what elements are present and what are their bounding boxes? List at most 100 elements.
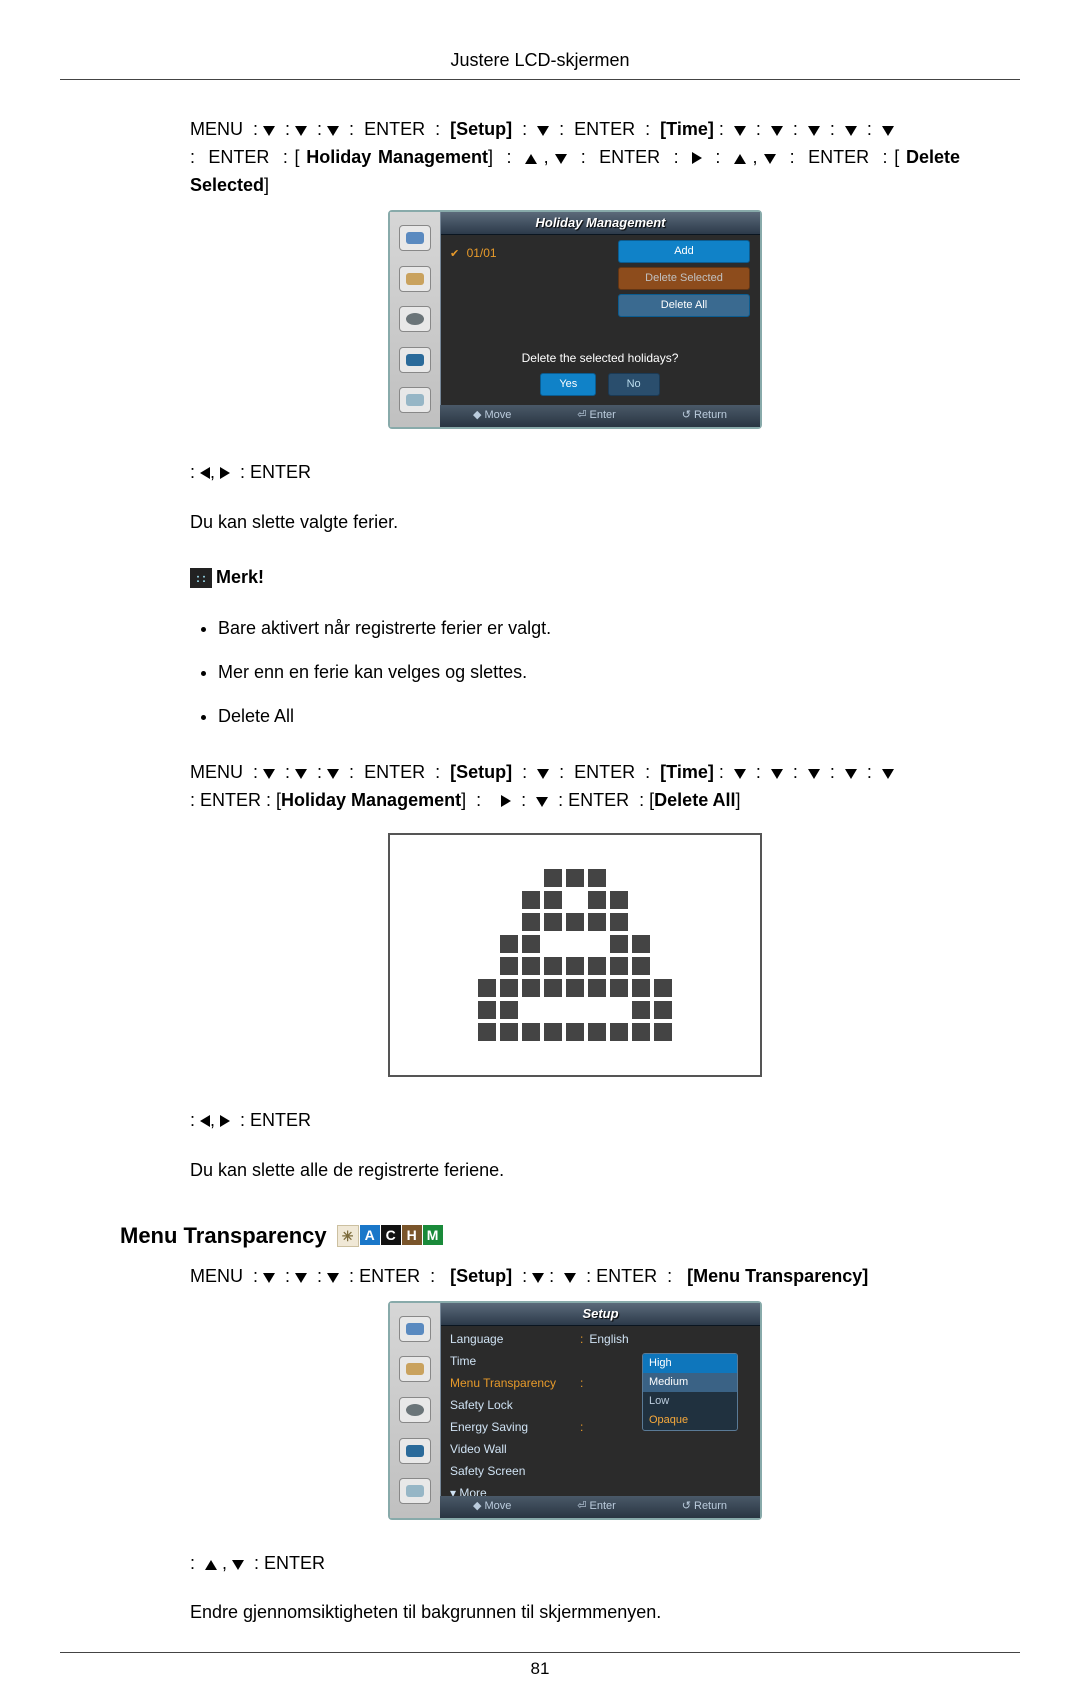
footer-hint: ↺ Return — [682, 407, 727, 424]
down-arrow-icon — [327, 126, 339, 136]
down-arrow-icon — [882, 126, 894, 136]
add-button[interactable]: Add — [618, 240, 750, 263]
missing-image-placeholder — [388, 833, 762, 1077]
setup-row-video-wall[interactable]: Video Wall — [450, 1439, 750, 1461]
osd-tab-icon[interactable] — [399, 387, 431, 413]
osd-title: Setup — [441, 1303, 760, 1326]
osd-tab-icon[interactable] — [399, 1356, 431, 1382]
footer-hint: ↺ Return — [682, 1498, 727, 1515]
model-chips: ✳ A C H M — [337, 1225, 443, 1247]
holiday-date[interactable]: 01/01 — [467, 246, 497, 260]
description-text: Endre gjennomsiktigheten til bakgrunnen … — [190, 1599, 960, 1627]
up-arrow-icon — [734, 154, 746, 164]
menu-transparency-label: [Menu Transparency] — [687, 1266, 868, 1286]
nav-sequence-delete-all: MENU : : : : ENTER : [Setup] : : ENTER :… — [190, 759, 960, 815]
delete-all-button[interactable]: Delete All — [618, 294, 750, 317]
page-number: 81 — [60, 1652, 1020, 1679]
down-arrow-icon — [555, 154, 567, 164]
setup-label: [Setup] — [450, 762, 512, 782]
down-arrow-icon — [263, 769, 275, 779]
down-arrow-icon — [764, 154, 776, 164]
nav-sequence-menu-transparency: MENU : : : : ENTER : [Setup] : : : ENTER… — [190, 1263, 960, 1291]
down-arrow-icon — [263, 126, 275, 136]
osd-tab-icon[interactable] — [399, 1316, 431, 1342]
down-arrow-icon — [327, 1273, 339, 1283]
dropdown-option-high[interactable]: High — [643, 1354, 737, 1373]
text: ENTER — [208, 147, 269, 167]
osd-title: Holiday Management — [441, 212, 760, 235]
down-arrow-icon — [327, 769, 339, 779]
text: ENTER — [574, 119, 635, 139]
dropdown-option-low[interactable]: Low — [643, 1392, 737, 1411]
dropdown-option-medium[interactable]: Medium — [643, 1373, 737, 1392]
description-text: Du kan slette valgte ferier. — [190, 509, 960, 537]
footer-hint: ◆ Move — [473, 1498, 511, 1515]
osd-tab-icon[interactable] — [399, 306, 431, 332]
down-arrow-icon — [532, 1273, 544, 1283]
setup-label: [Setup] — [450, 119, 512, 139]
chip-c-icon: C — [381, 1225, 401, 1245]
down-arrow-icon — [263, 1273, 275, 1283]
down-arrow-icon — [808, 126, 820, 136]
setup-row-safety-screen[interactable]: Safety Screen — [450, 1461, 750, 1483]
dropdown-option-opaque[interactable]: Opaque — [643, 1411, 737, 1430]
left-arrow-icon — [200, 1115, 210, 1127]
down-arrow-icon — [232, 1560, 244, 1570]
action-line: : , : ENTER — [190, 459, 960, 487]
right-arrow-icon — [501, 795, 511, 807]
note-bullet: Mer enn en ferie kan velges og slettes. — [218, 659, 960, 687]
note-heading: Merk! — [190, 564, 264, 592]
footer-hint: ◆ Move — [473, 407, 511, 424]
time-label: [Time] — [660, 119, 714, 139]
osd-footer: ◆ Move ⏎ Enter ↺ Return — [440, 405, 760, 427]
transparency-dropdown[interactable]: High Medium Low Opaque — [642, 1353, 738, 1431]
down-arrow-icon — [536, 797, 548, 807]
note-icon — [190, 568, 212, 588]
description-text: Du kan slette alle de registrerte ferien… — [190, 1157, 960, 1185]
osd-tab-icon[interactable] — [399, 1478, 431, 1504]
text: ENTER — [364, 119, 425, 139]
osd-sidebar — [390, 1303, 441, 1518]
no-button[interactable]: No — [608, 373, 660, 396]
osd-tab-icon[interactable] — [399, 1438, 431, 1464]
chip-a-icon: A — [360, 1225, 380, 1245]
confirm-prompt: Delete the selected holidays? — [450, 349, 750, 368]
text: ENTER — [808, 147, 869, 167]
delete-all-bullet: Delete All — [218, 703, 960, 731]
delete-selected-button[interactable]: Delete Selected — [618, 267, 750, 290]
holiday-management-label: Holiday Management — [306, 147, 488, 167]
osd-tab-icon[interactable] — [399, 1397, 431, 1423]
footer-hint: ⏎ Enter — [577, 1498, 616, 1515]
osd-tab-icon[interactable] — [399, 225, 431, 251]
footer-hint: ⏎ Enter — [577, 407, 616, 424]
chip-h-icon: H — [402, 1225, 422, 1245]
down-arrow-icon — [734, 126, 746, 136]
holiday-management-label: Holiday Management — [281, 790, 461, 810]
down-arrow-icon — [808, 769, 820, 779]
down-arrow-icon — [537, 769, 549, 779]
chip-m-icon: M — [423, 1225, 443, 1245]
down-arrow-icon — [295, 126, 307, 136]
osd-tab-icon[interactable] — [399, 347, 431, 373]
down-arrow-icon — [845, 126, 857, 136]
action-line: : , : ENTER — [190, 1107, 960, 1135]
down-arrow-icon — [564, 1273, 576, 1283]
right-arrow-icon — [220, 467, 230, 479]
down-arrow-icon — [734, 769, 746, 779]
broken-image-icon — [478, 869, 672, 1041]
down-arrow-icon — [295, 1273, 307, 1283]
right-arrow-icon — [692, 152, 702, 164]
osd-tab-icon[interactable] — [399, 266, 431, 292]
nav-sequence-delete-selected: MENU : : : : ENTER : [Setup] : : ENTER :… — [190, 116, 960, 200]
chip-icon: ✳ — [337, 1225, 359, 1247]
page-header: Justere LCD-skjermen — [60, 50, 1020, 80]
section-heading-menu-transparency: Menu Transparency ✳ A C H M — [120, 1219, 960, 1253]
setup-row-language[interactable]: Language: English — [450, 1329, 750, 1351]
left-arrow-icon — [200, 467, 210, 479]
up-arrow-icon — [525, 154, 537, 164]
action-line: : , : ENTER — [190, 1550, 960, 1578]
down-arrow-icon — [771, 769, 783, 779]
osd-sidebar — [390, 212, 441, 427]
yes-button[interactable]: Yes — [540, 373, 596, 396]
text: MENU — [190, 119, 243, 139]
